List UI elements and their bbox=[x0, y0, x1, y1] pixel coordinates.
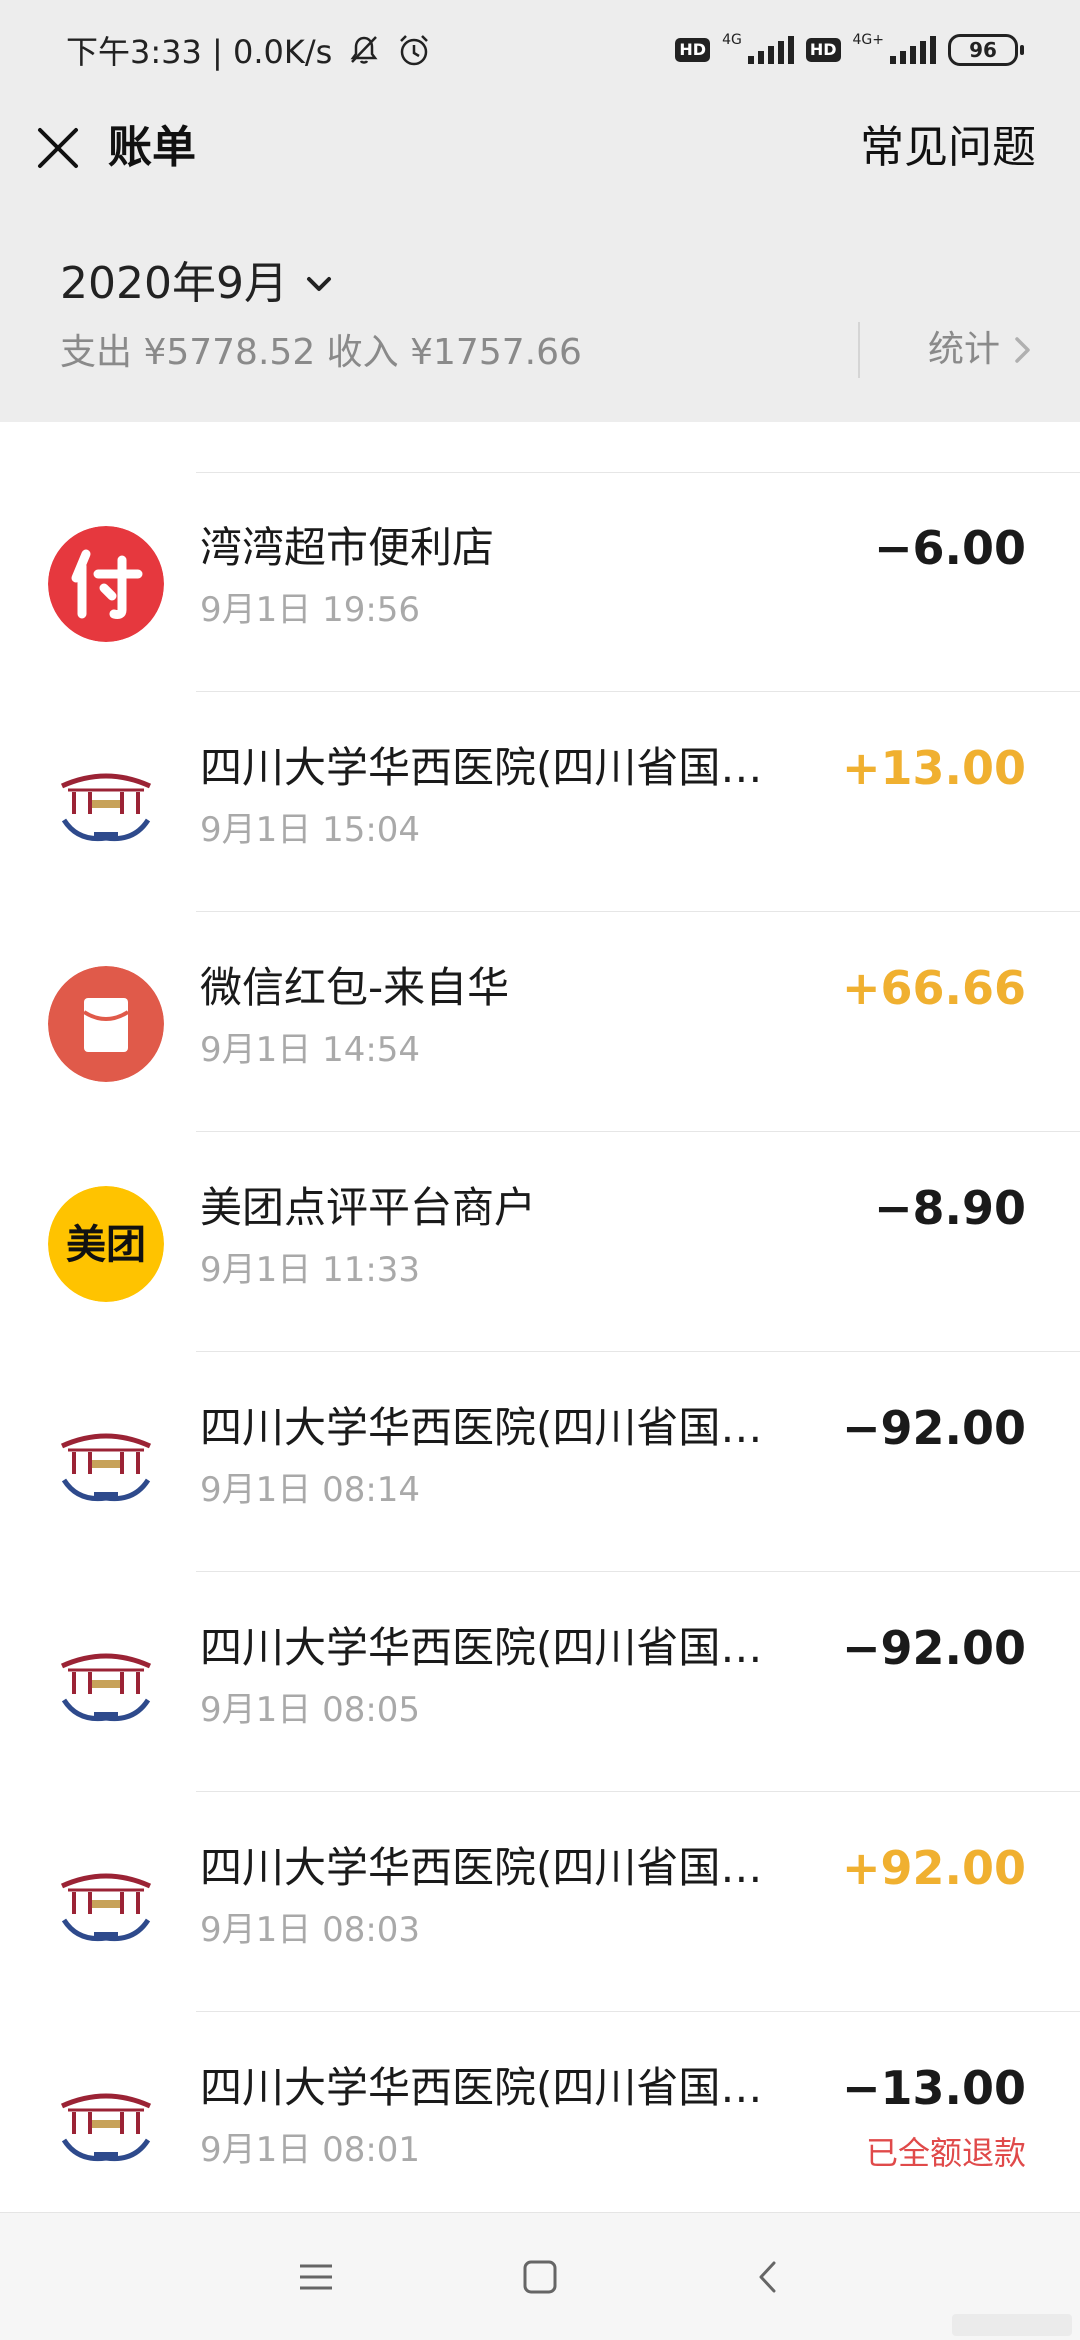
transaction-time: 9月1日 08:03 bbox=[200, 1910, 421, 1950]
red-packet-icon bbox=[48, 966, 164, 1082]
battery-level: 96 bbox=[969, 38, 997, 62]
merchant-name: 四川大学华西医院(四川省国… bbox=[200, 743, 763, 792]
transaction-amount: +92.00 bbox=[841, 1841, 1026, 1895]
month-selector[interactable]: 2020年9月 bbox=[60, 254, 334, 314]
transaction-time: 9月1日 08:14 bbox=[200, 1470, 421, 1510]
hospital-logo-icon bbox=[48, 2066, 164, 2182]
hospital-logo-icon bbox=[48, 1406, 164, 1522]
transaction-amount: −8.90 bbox=[873, 1181, 1026, 1235]
back-icon[interactable] bbox=[738, 2247, 798, 2307]
hd-badge-1: HD bbox=[675, 38, 711, 62]
month-label: 2020年9月 bbox=[60, 258, 288, 309]
hospital-logo-icon bbox=[48, 1846, 164, 1962]
statistics-button[interactable]: 统计 bbox=[928, 322, 1034, 378]
transaction-amount: −6.00 bbox=[873, 521, 1026, 575]
totals-text: 支出 ¥5778.52 收入 ¥1757.66 bbox=[60, 332, 582, 373]
signal-bars-1-icon bbox=[747, 36, 794, 64]
transaction-time: 9月1日 08:05 bbox=[200, 1690, 421, 1730]
transaction-list[interactable]: 湾湾超市便利店 9月1日 19:56 −6.00 四川大学华西医院(四川省国… 9月1日… bbox=[0, 422, 1080, 2212]
page-title: 账单 bbox=[108, 122, 196, 173]
battery-indicator: 96 bbox=[948, 34, 1024, 66]
transaction-row[interactable]: 四川大学华西医院(四川省国… 9月1日 15:04 +13.00 bbox=[0, 692, 1080, 912]
transaction-time: 9月1日 11:33 bbox=[200, 1250, 421, 1290]
transaction-amount: +13.00 bbox=[841, 741, 1026, 795]
hd-badge-2: HD bbox=[805, 38, 841, 62]
status-time-speed: 下午3:33 | 0.0K/s bbox=[66, 33, 333, 71]
close-icon[interactable] bbox=[30, 120, 86, 176]
status-right: HD 4G HD 4G+ 96 bbox=[675, 30, 1024, 70]
chevron-down-icon bbox=[306, 277, 331, 291]
system-nav-bar bbox=[0, 2212, 1080, 2340]
merchant-name: 美团点评平台商户 bbox=[200, 1183, 537, 1232]
hospital-logo-icon bbox=[48, 1626, 164, 1742]
transaction-time: 9月1日 19:56 bbox=[200, 590, 421, 630]
transaction-amount: −92.00 bbox=[841, 1621, 1026, 1675]
transaction-row[interactable]: 四川大学华西医院(四川省国… 9月1日 08:14 −92.00 bbox=[0, 1352, 1080, 1572]
status-bar: 下午3:33 | 0.0K/s HD 4G HD 4G+ 96 bbox=[0, 0, 1080, 96]
alarm-clock-icon bbox=[400, 35, 429, 66]
merchant-name: 四川大学华西医院(四川省国… bbox=[200, 1843, 763, 1892]
transaction-row[interactable]: 湾湾超市便利店 9月1日 19:56 −6.00 bbox=[0, 472, 1080, 692]
meituan-icon: 美团 bbox=[48, 1186, 164, 1302]
network-label-2: 4G+ bbox=[852, 32, 885, 48]
nav-bar: 账单 常见问题 bbox=[0, 96, 1080, 212]
hospital-logo-icon bbox=[48, 746, 164, 862]
home-icon[interactable] bbox=[510, 2247, 570, 2307]
network-label-1: 4G bbox=[722, 32, 742, 48]
transaction-row[interactable]: 四川大学华西医院(四川省国… 9月1日 08:03 +92.00 bbox=[0, 1792, 1080, 2012]
refund-status: 已全额退款 bbox=[865, 2134, 1026, 2172]
signal-bars-2-icon bbox=[890, 36, 936, 64]
transaction-amount: −92.00 bbox=[841, 1401, 1026, 1455]
transaction-amount: −13.00 bbox=[841, 2061, 1026, 2115]
chevron-right-icon bbox=[1015, 337, 1030, 363]
svg-text:美团: 美团 bbox=[66, 1222, 146, 1268]
mute-bell-icon bbox=[350, 36, 378, 64]
pay-icon bbox=[48, 526, 164, 642]
merchant-name: 四川大学华西医院(四川省国… bbox=[200, 1623, 763, 1672]
transaction-row[interactable]: 美团 美团点评平台商户 9月1日 11:33 −8.90 bbox=[0, 1132, 1080, 1352]
statistics-label: 统计 bbox=[927, 329, 1000, 370]
transaction-time: 9月1日 15:04 bbox=[200, 810, 421, 850]
transaction-time: 9月1日 08:01 bbox=[200, 2130, 421, 2170]
status-left: 下午3:33 | 0.0K/s bbox=[66, 26, 432, 74]
transaction-row[interactable]: 四川大学华西医院(四川省国… 9月1日 08:01 −13.00 已全额退款 bbox=[0, 2012, 1080, 2212]
menu-icon[interactable] bbox=[286, 2247, 346, 2307]
transaction-time: 9月1日 14:54 bbox=[200, 1030, 421, 1070]
divider bbox=[858, 322, 860, 378]
transaction-row[interactable]: 微信红包-来自华 9月1日 14:54 +66.66 bbox=[0, 912, 1080, 1132]
merchant-name: 四川大学华西医院(四川省国… bbox=[200, 2063, 763, 2112]
transaction-amount: +66.66 bbox=[841, 961, 1026, 1015]
merchant-name: 四川大学华西医院(四川省国… bbox=[200, 1403, 763, 1452]
merchant-name: 湾湾超市便利店 bbox=[200, 523, 495, 572]
watermark bbox=[952, 2314, 1072, 2336]
merchant-name: 微信红包-来自华 bbox=[200, 963, 510, 1012]
bill-summary: 2020年9月 支出 ¥5778.52 收入 ¥1757.66 统计 bbox=[0, 212, 1080, 422]
transaction-row[interactable]: 四川大学华西医院(四川省国… 9月1日 08:05 −92.00 bbox=[0, 1572, 1080, 1792]
faq-link[interactable]: 常见问题 bbox=[860, 118, 1036, 178]
